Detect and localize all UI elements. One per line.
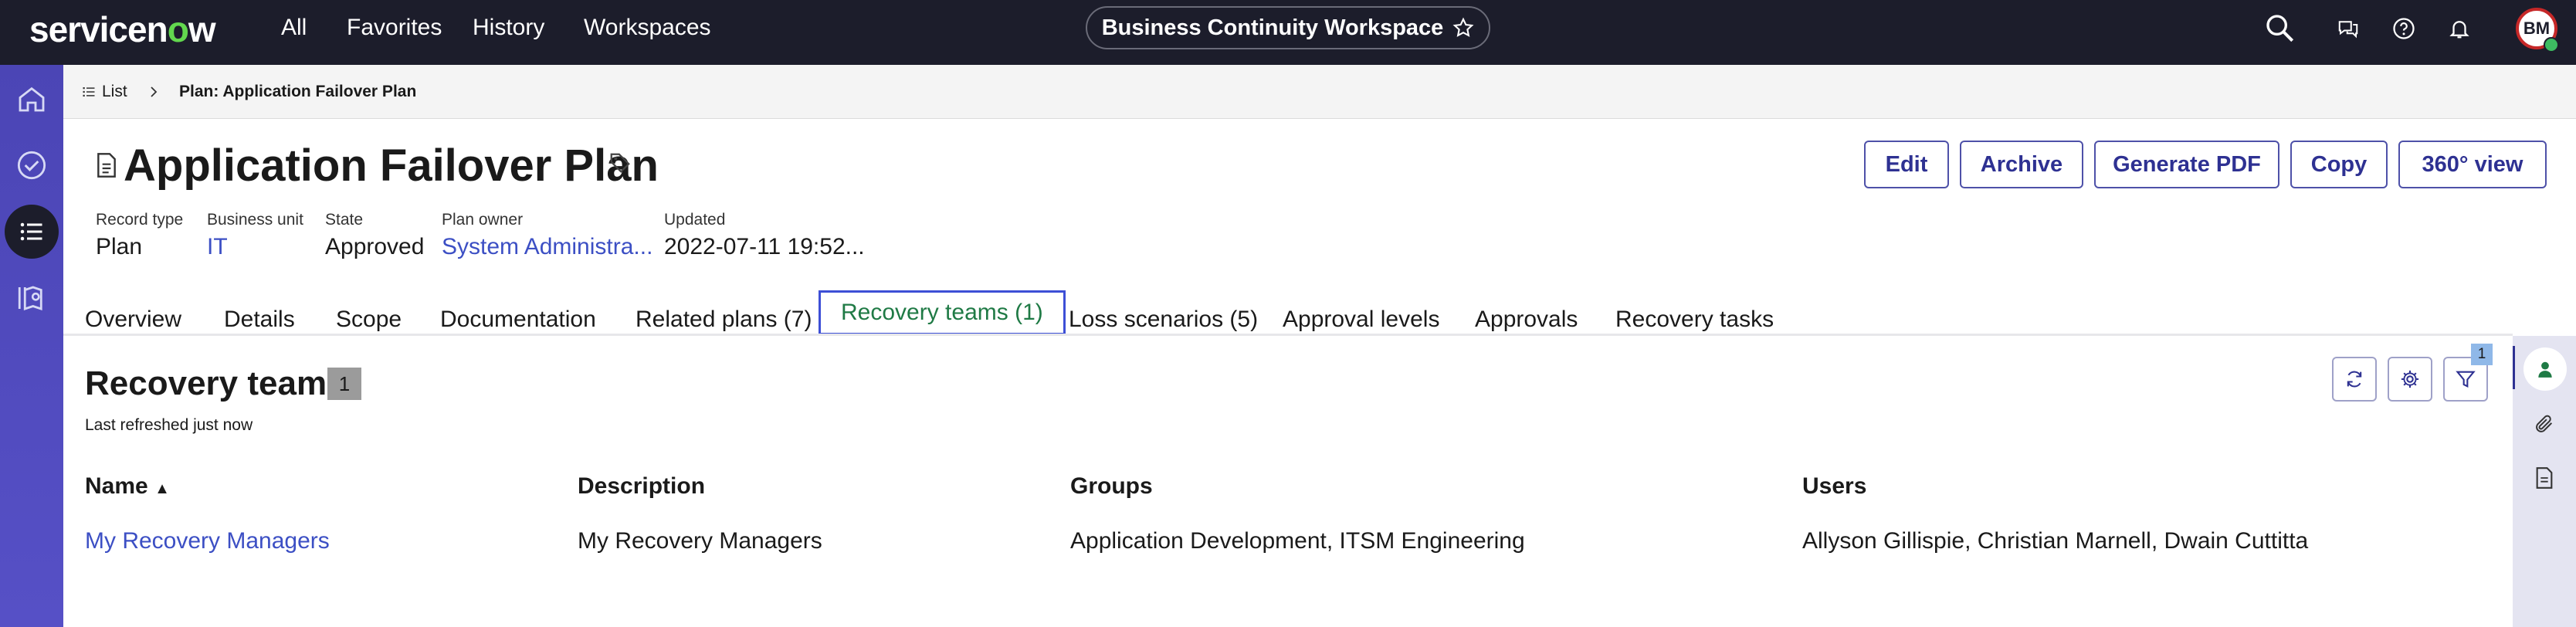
- help-icon[interactable]: [2392, 17, 2415, 40]
- servicenow-logo[interactable]: servicenow: [29, 6, 216, 53]
- archive-button[interactable]: Archive: [1960, 141, 2083, 188]
- column-header-name-label: Name: [85, 473, 148, 499]
- column-header-users[interactable]: Users: [1802, 473, 1866, 500]
- nav-workspaces[interactable]: Workspaces: [584, 14, 711, 42]
- paperclip-icon[interactable]: [2531, 411, 2557, 437]
- meta-label-plan-owner: Plan owner: [442, 211, 524, 229]
- 360-view-button[interactable]: 360° view: [2398, 141, 2547, 188]
- table-row-description: My Recovery Managers: [578, 528, 822, 554]
- meta-label-updated: Updated: [664, 211, 726, 229]
- document-icon[interactable]: [2531, 465, 2557, 491]
- refresh-button[interactable]: [2332, 357, 2377, 402]
- meta-label-business-unit: Business unit: [207, 211, 303, 229]
- settings-button[interactable]: [2388, 357, 2432, 402]
- meta-value-business-unit[interactable]: IT: [207, 233, 228, 261]
- meta-value-updated: 2022-07-11 19:52...: [664, 234, 865, 259]
- list-small-icon: [83, 87, 95, 97]
- meta-value-record-type: Plan: [96, 234, 143, 259]
- gear-icon: [2401, 370, 2419, 388]
- workspace-title: Business Continuity Workspace: [1101, 15, 1444, 40]
- presence-status-dot: [2544, 37, 2559, 53]
- right-rail-active-indicator: [2513, 346, 2515, 389]
- logo-o: o: [167, 9, 189, 49]
- tab-divider: [63, 334, 2513, 336]
- table-row-users: Allyson Gillispie, Christian Marnell, Dw…: [1802, 528, 2309, 554]
- check-circle-icon[interactable]: [12, 145, 52, 185]
- chat-icon[interactable]: [2337, 17, 2360, 40]
- count-badge: 1: [327, 368, 361, 400]
- search-icon[interactable]: [2264, 12, 2295, 43]
- table-row-groups: Application Development, ITSM Engineerin…: [1070, 528, 1525, 554]
- last-refreshed-text: Last refreshed just now: [85, 416, 253, 434]
- nav-all[interactable]: All: [281, 14, 307, 42]
- breadcrumb-list-link[interactable]: List: [102, 82, 127, 102]
- logo-text-end: w: [188, 9, 216, 49]
- bell-icon[interactable]: [2448, 17, 2471, 40]
- star-icon[interactable]: [1452, 17, 1474, 39]
- breadcrumb-current: Plan: Application Failover Plan: [179, 83, 417, 100]
- refresh-icon: [2347, 371, 2362, 388]
- sort-ascending-icon: ▲: [154, 480, 170, 497]
- edit-button[interactable]: Edit: [1864, 141, 1949, 188]
- workspace-title-pill[interactable]: Business Continuity Workspace: [1086, 6, 1490, 49]
- column-header-name[interactable]: Name ▲: [85, 473, 170, 503]
- column-header-groups[interactable]: Groups: [1070, 473, 1153, 500]
- page-title: Application Failover Plan: [124, 141, 659, 191]
- filter-count-badge: 1: [2471, 344, 2493, 365]
- nav-favorites[interactable]: Favorites: [347, 14, 442, 42]
- tab-recovery-teams[interactable]: Recovery teams (1): [819, 290, 1066, 335]
- meta-value-plan-owner[interactable]: System Administra...: [442, 233, 652, 261]
- table-row-name-link[interactable]: My Recovery Managers: [85, 527, 330, 555]
- tag-icon[interactable]: [608, 151, 632, 175]
- meta-label-record-type: Record type: [96, 211, 184, 229]
- left-sidebar: [0, 65, 63, 627]
- home-icon[interactable]: [12, 79, 52, 119]
- filter-icon: [2456, 371, 2476, 388]
- document-icon: [97, 153, 116, 178]
- meta-label-state: State: [325, 211, 364, 229]
- person-icon[interactable]: [2523, 347, 2567, 391]
- logo-text: servicen: [29, 9, 168, 49]
- section-title: Recovery teams: [85, 364, 346, 402]
- breadcrumb: List Plan: Application Failover Plan: [63, 65, 2576, 119]
- generate-pdf-button[interactable]: Generate PDF: [2094, 141, 2279, 188]
- chevron-right-icon: [151, 86, 158, 97]
- list-icon[interactable]: [5, 205, 59, 259]
- meta-value-state: Approved: [325, 234, 425, 259]
- column-header-description[interactable]: Description: [578, 473, 705, 500]
- map-icon[interactable]: [12, 278, 52, 318]
- top-navigation-bar: servicenow All Favorites History Workspa…: [0, 0, 2576, 65]
- nav-history[interactable]: History: [473, 14, 544, 42]
- copy-button[interactable]: Copy: [2290, 141, 2388, 188]
